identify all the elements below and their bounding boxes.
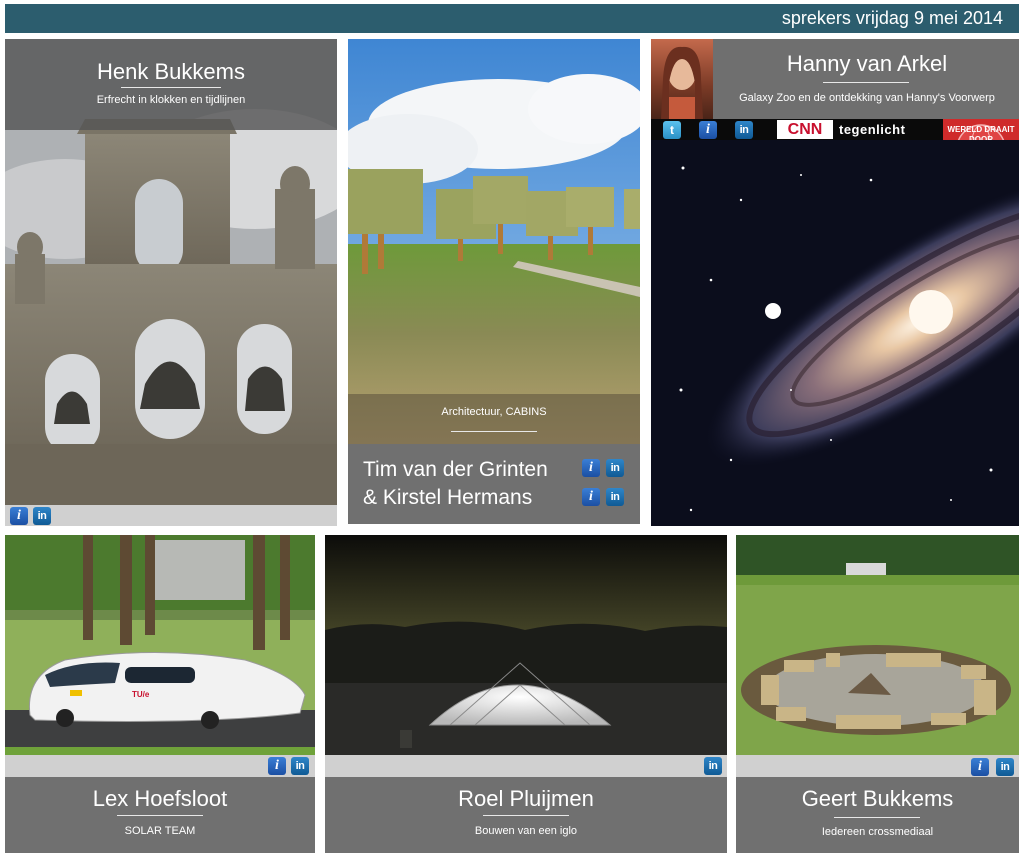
linkedin-icon[interactable]: in xyxy=(704,757,722,775)
speaker-subtitle: Iedereen crossmediaal xyxy=(821,826,934,838)
cabins-photo xyxy=(348,39,640,444)
iglo-illustration xyxy=(325,535,727,755)
linkedin-icon[interactable]: in xyxy=(996,758,1014,776)
speaker-name: Henk Bukkems xyxy=(97,59,245,84)
info-icon[interactable]: i xyxy=(582,459,600,477)
speaker-name: Lex Hoefsloot xyxy=(92,786,228,811)
page-header: sprekers vrijdag 9 mei 2014 xyxy=(5,4,1019,33)
social-bar xyxy=(325,755,727,777)
tegenlicht-logo[interactable]: tegenlicht xyxy=(839,120,939,139)
speaker-name: Hanny van Arkel xyxy=(786,51,948,76)
speaker-card-hanny[interactable]: Hanny van Arkel Galaxy Zoo en de ontdekk… xyxy=(651,39,1019,526)
title-divider xyxy=(117,815,203,816)
speaker-subtitle: Bouwen van een iglo xyxy=(474,825,578,837)
andromeda-photo xyxy=(651,140,1019,526)
title-divider xyxy=(823,82,909,83)
twitter-icon[interactable]: t xyxy=(663,121,681,139)
speaker-subtitle: Erfrecht in klokken en tijdlijnen xyxy=(96,94,246,106)
info-icon[interactable]: i xyxy=(10,507,28,525)
campfire-illustration xyxy=(736,535,1019,755)
title-divider xyxy=(451,431,537,432)
info-icon[interactable]: i xyxy=(971,758,989,776)
speaker-subtitle: SOLAR TEAM xyxy=(124,825,196,837)
linkedin-icon[interactable]: in xyxy=(735,121,753,139)
speaker-card-roel[interactable]: in Roel Pluijmen Bouwen van een iglo xyxy=(325,535,727,853)
speaker-card-geert[interactable]: i in Geert Bukkems Iedereen crossmediaal xyxy=(736,535,1019,853)
galaxy-illustration xyxy=(651,140,1019,526)
linkedin-icon[interactable]: in xyxy=(606,459,624,477)
portrait-illustration xyxy=(661,46,703,119)
info-icon[interactable]: i xyxy=(268,757,286,775)
speaker-name: Roel Pluijmen xyxy=(458,786,594,811)
hanny-portrait xyxy=(651,39,713,119)
social-bar xyxy=(5,505,337,526)
iglo-photo xyxy=(325,535,727,755)
header-title: sprekers vrijdag 9 mei 2014 xyxy=(781,8,1003,28)
linkedin-icon[interactable]: in xyxy=(291,757,309,775)
info-icon[interactable]: i xyxy=(699,121,717,139)
speaker-subtitle: Architectuur, CABINS xyxy=(441,406,547,418)
solar-car-photo: TU/e xyxy=(5,535,315,755)
linkedin-icon[interactable]: in xyxy=(606,488,624,506)
speaker-subtitle: Galaxy Zoo en de ontdekking van Hanny's … xyxy=(739,92,995,104)
speaker-card-lex[interactable]: TU/e i in Lex Hoefsloot SOLAR TEAM xyxy=(5,535,315,853)
speaker-card-tim[interactable]: Architectuur, CABINS Tim van der Grinten… xyxy=(348,39,640,524)
speaker-name-second: & Kirstel Hermans xyxy=(363,486,533,509)
solar-car-illustration xyxy=(5,535,315,755)
cnn-logo[interactable]: CNN xyxy=(777,120,833,139)
title-divider xyxy=(483,815,569,816)
title-divider xyxy=(834,817,920,818)
linkedin-icon[interactable]: in xyxy=(33,507,51,525)
tue-logo: TU/e xyxy=(132,690,150,699)
cabins-illustration xyxy=(348,39,640,444)
speaker-name: Tim van der Grinten xyxy=(363,458,548,481)
info-icon[interactable]: i xyxy=(582,488,600,506)
speaker-card-henk[interactable]: Henk Bukkems Erfrecht in klokken en tijd… xyxy=(5,39,337,526)
speaker-name: Geert Bukkems xyxy=(801,786,954,811)
campfire-photo xyxy=(736,535,1019,755)
title-divider xyxy=(121,87,221,88)
